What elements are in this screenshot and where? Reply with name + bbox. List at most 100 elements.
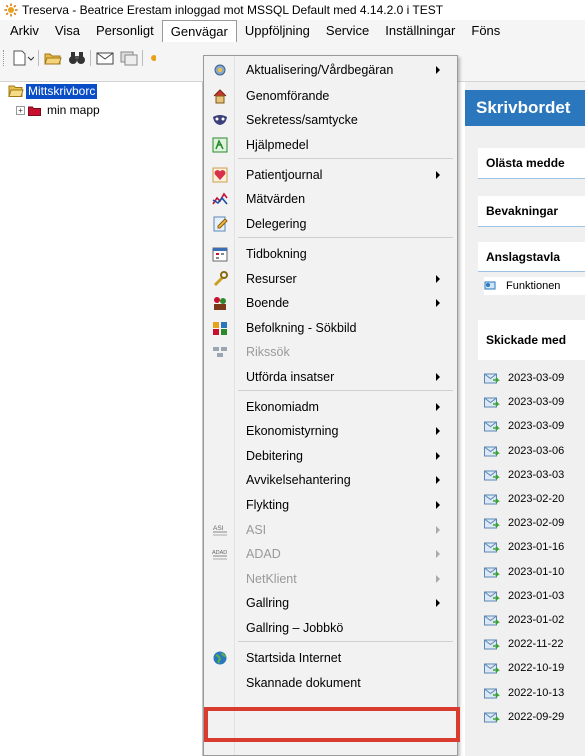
sent-mail-icon <box>484 397 500 408</box>
sent-mail-icon <box>484 470 500 481</box>
menu-item-startsida-internet[interactable]: Startsida Internet <box>204 647 457 669</box>
menu-visa[interactable]: Visa <box>47 20 88 42</box>
sent-message-date: 2022-09-29 <box>508 710 565 723</box>
section-unread-messages[interactable]: Olästa medde <box>478 148 585 178</box>
delegation-icon <box>212 216 228 232</box>
menu-item-label: Ekonomiadm <box>246 400 319 414</box>
sent-message-row[interactable]: 2023-01-02 <box>484 610 585 630</box>
menu-item-hjalpmedel[interactable]: Hjälpmedel <box>204 134 457 156</box>
toolbar-overflow-button[interactable] <box>146 49 156 67</box>
sent-message-date: 2023-02-09 <box>508 517 565 530</box>
notice-icon <box>484 281 496 290</box>
board-item[interactable]: Funktionen <box>484 277 585 295</box>
sent-message-row[interactable]: 2023-03-06 <box>484 441 585 461</box>
sent-message-row[interactable]: 2023-01-03 <box>484 586 585 606</box>
sent-message-row[interactable]: 2023-03-09 <box>484 368 585 388</box>
tree-item-mittskrivbord[interactable]: Mittskrivborc <box>8 83 98 99</box>
submenu-arrow-icon <box>436 427 440 435</box>
menu-item-flykting[interactable]: Flykting <box>204 494 457 516</box>
submenu-arrow-icon <box>436 550 440 558</box>
sent-message-row[interactable]: 2023-02-09 <box>484 513 585 533</box>
sent-mail-icon <box>484 591 500 602</box>
sent-message-date: 2023-01-10 <box>508 565 565 578</box>
submenu-arrow-icon <box>436 575 440 583</box>
menu-service[interactable]: Service <box>318 20 377 42</box>
submenu-arrow-icon <box>436 275 440 283</box>
menu-arkiv[interactable]: Arkiv <box>0 20 47 42</box>
sent-message-row[interactable]: 2023-03-09 <box>484 416 585 436</box>
menu-item-label: Befolkning - Sökbild <box>246 321 357 335</box>
sent-mail-icon <box>484 446 500 457</box>
menu-item-tidbokning[interactable]: Tidbokning <box>204 243 457 265</box>
menu-installningar[interactable]: Inställningar <box>377 20 463 42</box>
open-folder-button[interactable] <box>44 49 62 67</box>
sent-message-row[interactable]: 2023-03-09 <box>484 392 585 412</box>
menu-item-debitering[interactable]: Debitering <box>204 445 457 467</box>
gear-icon <box>212 62 228 78</box>
menu-item-resurser[interactable]: Resurser <box>204 268 457 290</box>
menu-item-label: NetKlient <box>246 572 297 586</box>
menu-genvagar[interactable]: Genvägar <box>161 20 237 42</box>
menu-item-ekonomiadm[interactable]: Ekonomiadm <box>204 396 457 418</box>
submenu-arrow-icon <box>436 452 440 460</box>
sent-message-row[interactable]: 2022-10-13 <box>484 683 585 703</box>
sent-mail-icon <box>484 373 500 384</box>
menu-separator <box>238 158 453 159</box>
sent-message-row[interactable]: 2022-11-22 <box>484 634 585 654</box>
section-watch[interactable]: Bevakningar <box>478 196 585 226</box>
sent-message-row[interactable]: 2022-10-19 <box>484 658 585 678</box>
menu-fonster[interactable]: Föns <box>463 20 508 42</box>
house-icon <box>212 88 228 104</box>
menu-personligt[interactable]: Personligt <box>88 20 162 42</box>
menu-item-label: ADAD <box>246 547 281 561</box>
menu-item-aktualisering-vardbegaran[interactable]: Aktualisering/Vårdbegäran <box>204 59 457 81</box>
submenu-arrow-icon <box>436 299 440 307</box>
messages-button[interactable] <box>120 49 138 67</box>
sent-message-row[interactable]: 2023-01-10 <box>484 562 585 582</box>
menu-item-gallring-jobbko[interactable]: Gallring – Jobbkö <box>204 617 457 639</box>
sent-mail-icon <box>484 688 500 699</box>
section-sent-messages[interactable]: Skickade med <box>478 320 585 360</box>
menu-item-skannade-dokument[interactable]: Skannade dokument <box>204 672 457 694</box>
menu-item-genomforande[interactable]: Genomförande <box>204 85 457 107</box>
sent-message-row[interactable]: 2023-01-16 <box>484 537 585 557</box>
search-button[interactable] <box>68 49 86 67</box>
new-document-icon <box>13 50 34 66</box>
sent-mail-icon <box>484 567 500 578</box>
adad-icon: ADAD <box>212 546 228 562</box>
sent-message-row[interactable]: 2023-03-03 <box>484 465 585 485</box>
sent-message-row[interactable]: 2023-02-20 <box>484 489 585 509</box>
folder-icon <box>28 106 41 116</box>
menu-item-boende[interactable]: Boende <box>204 292 457 314</box>
menu-item-sekretess-samtycke[interactable]: Sekretess/samtycke <box>204 109 457 131</box>
submenu-arrow-icon <box>436 66 440 74</box>
new-document-button[interactable] <box>12 49 34 67</box>
sent-message-date: 2023-01-02 <box>508 614 565 626</box>
menu-separator <box>238 641 453 642</box>
calendar-icon <box>212 246 228 262</box>
menu-item-gallring[interactable]: Gallring <box>204 592 457 614</box>
menu-uppfoljning[interactable]: Uppföljning <box>237 20 318 42</box>
menu-item-adad: ADAD ADAD <box>204 543 457 565</box>
menu-item-matvarden[interactable]: Mätvärden <box>204 188 457 210</box>
sent-mail-icon <box>484 615 500 626</box>
mail-button[interactable] <box>96 49 114 67</box>
sun-icon <box>151 55 156 61</box>
expand-toggle[interactable]: + <box>16 105 25 115</box>
globe-icon <box>212 650 228 666</box>
menu-item-avvikelsehantering[interactable]: Avvikelsehantering <box>204 469 457 491</box>
menu-item-ekonomistyrning[interactable]: Ekonomistyrning <box>204 420 457 442</box>
menu-item-delegering[interactable]: Delegering <box>204 213 457 235</box>
tree-item-min-mapp[interactable]: + min mapp <box>16 102 100 118</box>
messages-icon <box>120 51 138 66</box>
menu-item-patientjournal[interactable]: Patientjournal <box>204 164 457 186</box>
menu-item-label: Debitering <box>246 449 303 463</box>
section-board[interactable]: Anslagstavla <box>478 242 585 272</box>
menu-item-label: ASI <box>246 523 267 537</box>
menu-item-befolkning-sokbild[interactable]: Befolkning - Sökbild <box>204 317 457 339</box>
app-logo-icon <box>4 3 18 17</box>
sent-message-row[interactable]: 2022-09-29 <box>484 707 585 727</box>
toolbar-grip[interactable] <box>3 50 6 66</box>
menu-item-utforda-insatser[interactable]: Utförda insatser <box>204 366 457 388</box>
sent-message-date: 2023-03-03 <box>508 468 565 481</box>
